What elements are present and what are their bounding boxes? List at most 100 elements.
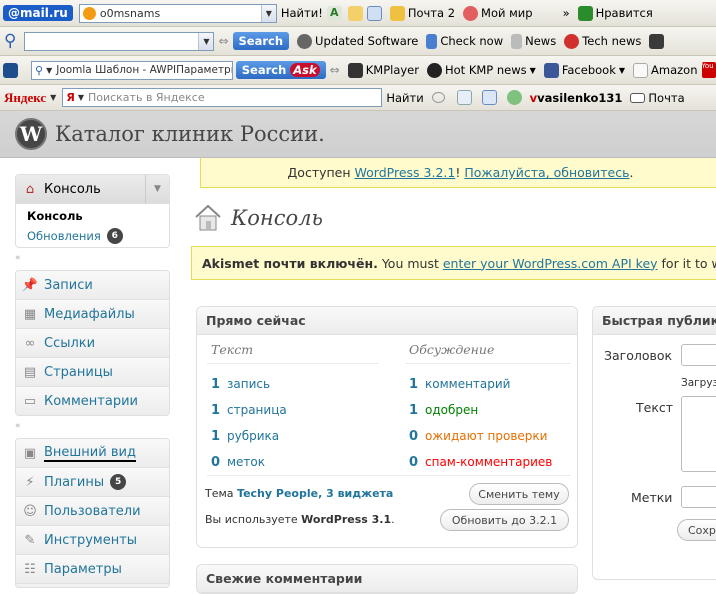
page-title: Консоль xyxy=(231,206,323,230)
menu-pages[interactable]: ▤Страницы xyxy=(16,358,169,387)
search-magnifier-icon[interactable]: ⚲ xyxy=(4,31,16,51)
chevron-down-icon[interactable]: ▼ xyxy=(50,93,56,102)
like-button[interactable]: Нравится xyxy=(578,6,653,21)
right-now-title[interactable]: Прямо сейчас xyxy=(197,307,577,335)
mailru-search-field[interactable]: o0msnams ▼ xyxy=(79,4,277,23)
stat-count[interactable]: 1 xyxy=(211,377,227,392)
submenu-console[interactable]: Консоль xyxy=(16,204,169,226)
widgets-link[interactable]: 3 виджета xyxy=(326,487,393,500)
chat-bubble-icon[interactable] xyxy=(432,92,445,103)
stat-count[interactable]: 1 xyxy=(409,403,425,418)
toolbar-more[interactable]: » xyxy=(563,6,570,20)
toolbar-search-input[interactable]: ▼ xyxy=(24,32,214,51)
menu-separator-handle[interactable]: « xyxy=(15,253,21,263)
upgrade-button[interactable]: Обновить до 3.2.1 xyxy=(440,509,569,531)
stat-row[interactable]: 0ожидают проверки xyxy=(409,423,552,449)
stat-row[interactable]: 1комментарий xyxy=(409,371,552,397)
menu-tools[interactable]: ✎Инструменты xyxy=(16,526,169,555)
font-size-icon[interactable]: A xyxy=(327,6,342,21)
upload-label[interactable]: Загрузить xyxy=(681,377,716,389)
stat-count[interactable]: 0 xyxy=(211,455,227,470)
stat-count[interactable]: 0 xyxy=(409,455,425,470)
kmplayer-link[interactable]: KMPlayer xyxy=(348,63,419,78)
stat-count[interactable]: 1 xyxy=(211,403,227,418)
wordpress-logo-icon[interactable]: W xyxy=(15,118,47,150)
change-theme-button[interactable]: Сменить тему xyxy=(469,483,569,505)
yandex-mail-link[interactable]: Почта xyxy=(630,91,684,105)
monitor-icon[interactable] xyxy=(649,34,664,49)
mushroom-icon xyxy=(564,34,579,49)
ask-search-input[interactable]: ⚲ ▼ Joomla Шаблон - AWPIПараметры xyxy=(31,61,233,80)
stat-label[interactable]: одобрен xyxy=(425,403,478,417)
kmp-logo-icon[interactable] xyxy=(3,63,18,78)
chevron-down-icon[interactable]: ▼ xyxy=(261,5,276,22)
refresh-icon[interactable] xyxy=(507,90,522,105)
toolbar-search-button[interactable]: Search xyxy=(233,32,290,50)
stat-count[interactable]: 0 xyxy=(409,429,425,444)
yandex-user[interactable]: vvasilenko131 xyxy=(530,91,623,105)
menu-appearance[interactable]: ▣Внешний вид xyxy=(16,439,169,468)
akismet-api-key-link[interactable]: enter your WordPress.com API key xyxy=(443,256,658,271)
tech-news-link[interactable]: Tech news xyxy=(564,34,641,49)
chevron-down-icon[interactable]: ▼ xyxy=(198,33,213,50)
tags-input[interactable] xyxy=(681,486,716,508)
mailru-mail-link[interactable]: Почта 2 xyxy=(390,6,455,21)
site-title[interactable]: Каталог клиник России. xyxy=(55,122,325,146)
spellcheck-icon[interactable] xyxy=(457,90,472,105)
stat-label[interactable]: меток xyxy=(227,455,265,469)
resize-handle-icon[interactable]: ⇔ xyxy=(330,63,340,77)
menu-comments[interactable]: ▭Комментарии xyxy=(16,387,169,416)
quick-press-title[interactable]: Быстрая публикация xyxy=(593,307,716,335)
hot-kmp-news-link[interactable]: Hot KMP news▼ xyxy=(427,63,536,78)
check-now-link[interactable]: Check now xyxy=(426,34,503,49)
update-nag: Доступен WordPress 3.2.1! Пожалуйста, об… xyxy=(200,158,716,188)
update-now-link[interactable]: Пожалуйста, обновитесь xyxy=(464,165,629,180)
stat-count[interactable]: 1 xyxy=(409,377,425,392)
stat-row[interactable]: 1одобрен xyxy=(409,397,552,423)
yandex-find-button[interactable]: Найти xyxy=(386,91,423,105)
translate-icon[interactable] xyxy=(482,90,497,105)
resize-handle-icon[interactable]: ⇔ xyxy=(218,34,228,48)
stat-row[interactable]: 1рубрика xyxy=(211,423,287,449)
yandex-search-input[interactable]: Я ▼ Поискать в Яндексе xyxy=(62,88,382,107)
youtube-icon[interactable]: You Tube xyxy=(702,62,716,78)
stat-label[interactable]: комментарий xyxy=(425,377,510,391)
news-link[interactable]: News xyxy=(511,34,556,49)
stat-row[interactable]: 1страница xyxy=(211,397,287,423)
yandex-logo[interactable]: Яндекс xyxy=(4,90,46,106)
theme-link[interactable]: Techy People xyxy=(237,487,318,500)
stat-label[interactable]: запись xyxy=(227,377,270,391)
menu-media[interactable]: ▦Медиафайлы xyxy=(16,300,169,329)
ask-search-button[interactable]: SearchAsk xyxy=(236,61,326,79)
menu-users[interactable]: ☺Пользователи xyxy=(16,497,169,526)
facebook-link[interactable]: Facebook▼ xyxy=(544,63,625,78)
screenshot-icon[interactable] xyxy=(367,6,382,21)
stat-row[interactable]: 0спам-комментариев xyxy=(409,449,552,475)
divider xyxy=(207,475,571,476)
recent-comments-title[interactable]: Свежие комментарии xyxy=(197,565,577,593)
stat-row[interactable]: 1запись xyxy=(211,371,287,397)
pencil-icon[interactable] xyxy=(348,6,363,21)
menu-console-header[interactable]: ⌂Консоль ▼ xyxy=(16,175,169,204)
menu-plugins[interactable]: ⚡Плагины5 xyxy=(16,468,169,497)
stat-label[interactable]: рубрика xyxy=(227,429,279,443)
mailru-find-button[interactable]: Найти! xyxy=(281,6,323,20)
chevron-down-icon[interactable]: ▼ xyxy=(145,175,169,204)
menu-posts[interactable]: 📌Записи xyxy=(16,271,169,300)
stat-label[interactable]: спам-комментариев xyxy=(425,455,552,469)
save-draft-button[interactable]: Сохранить xyxy=(677,519,716,541)
stat-label[interactable]: ожидают проверки xyxy=(425,429,547,443)
amazon-link[interactable]: Amazon xyxy=(633,63,697,78)
mailru-logo[interactable]: @mail.ru xyxy=(3,5,73,21)
stat-count[interactable]: 1 xyxy=(211,429,227,444)
submenu-updates[interactable]: Обновления6 xyxy=(16,226,169,244)
updated-software-link[interactable]: Updated Software xyxy=(297,34,418,49)
stat-row[interactable]: 0меток xyxy=(211,449,287,475)
myworld-link[interactable]: Мой мир xyxy=(463,6,533,21)
stat-label[interactable]: страница xyxy=(227,403,287,417)
menu-links[interactable]: ∞Ссылки xyxy=(16,329,169,358)
menu-separator-handle[interactable]: « xyxy=(15,421,21,431)
heading-input[interactable] xyxy=(681,344,716,366)
wordpress-version-link[interactable]: WordPress 3.2.1 xyxy=(355,165,456,180)
content-textarea[interactable] xyxy=(681,396,716,472)
